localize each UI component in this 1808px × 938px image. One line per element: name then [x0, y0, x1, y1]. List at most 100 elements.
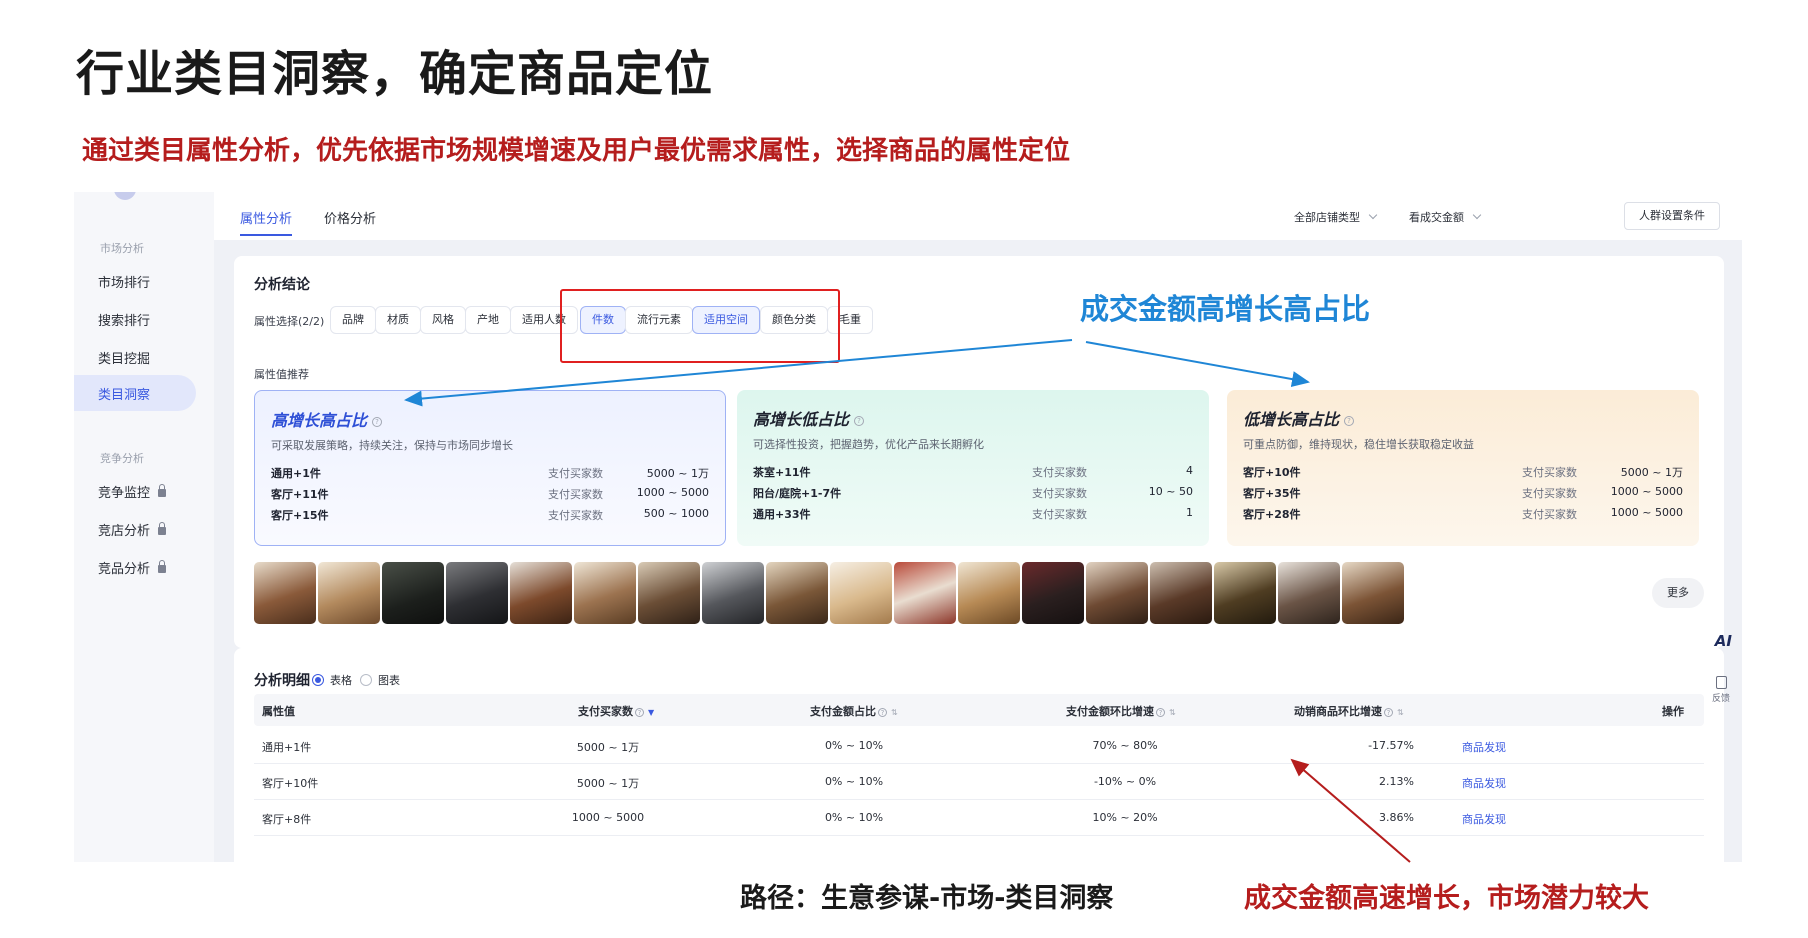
sidebar-item-label: 竞店分析 — [98, 524, 151, 539]
chip-material[interactable]: 材质 — [375, 306, 421, 334]
sidebar-item-compete-monitor[interactable]: 竞争监控 — [98, 482, 167, 501]
cell-growth: 70% ~ 80% — [1092, 739, 1158, 752]
product-thumbnail[interactable] — [830, 562, 892, 624]
shop-type-dropdown[interactable]: 全部店铺类型 — [1294, 209, 1378, 225]
help-icon[interactable]: ? — [854, 415, 865, 426]
card-title: 低增长高占比? — [1243, 406, 1355, 430]
highlight-box — [560, 289, 840, 363]
sidebar: 市场分析 市场排行 搜索排行 类目挖掘 类目洞察 竞争分析 竞争监控 竞店分析 … — [74, 192, 214, 862]
column-header-buyers[interactable]: 支付买家数? ▼ — [578, 703, 654, 719]
sidebar-item-label: 市场排行 — [98, 276, 151, 291]
feedback-button[interactable]: 反馈 — [1710, 676, 1732, 704]
help-icon[interactable]: ? — [372, 416, 383, 427]
sidebar-item-search-rank[interactable]: 搜索排行 — [98, 310, 150, 329]
sidebar-item-market-rank[interactable]: 市场排行 — [98, 272, 150, 291]
product-thumbnail[interactable] — [1214, 562, 1276, 624]
product-thumbnail[interactable] — [958, 562, 1020, 624]
more-button[interactable]: 更多 — [1652, 578, 1704, 608]
card-desc: 可重点防御，维持现状，稳住增长获取稳定收益 — [1243, 438, 1474, 451]
card-desc: 可采取发展策略，持续关注，保持与市场同步增长 — [271, 439, 513, 452]
sidebar-item-label: 竞品分析 — [98, 562, 151, 577]
product-thumbnail[interactable] — [574, 562, 636, 624]
sidebar-item-category-mining[interactable]: 类目挖掘 — [98, 348, 150, 367]
card-row: 客厅+11件 支付买家数 1000 ~ 5000 — [271, 486, 709, 501]
card-high-growth-low-share[interactable]: 高增长低占比? 可选择性投资，把握趋势，优化产品来长期孵化 茶室+11件 支付买家… — [737, 390, 1209, 546]
product-thumbnail[interactable] — [766, 562, 828, 624]
sidebar-item-label: 搜索排行 — [98, 314, 151, 329]
tab-attribute-analysis[interactable]: 属性分析 — [240, 208, 293, 236]
card-row: 客厅+15件 支付买家数 500 ~ 1000 — [271, 507, 709, 522]
card-row: 阳台/庭院+1-7件 支付买家数 10 ~ 50 — [753, 485, 1193, 500]
product-thumbnail[interactable] — [382, 562, 444, 624]
sidebar-group-compete: 竞争分析 — [100, 452, 144, 465]
help-icon[interactable]: ? — [1156, 707, 1165, 717]
sort-icon[interactable]: ⇅ — [1169, 708, 1176, 717]
cell-sku-growth: 2.13% — [1379, 775, 1414, 788]
product-discover-link[interactable]: 商品发现 — [1462, 811, 1506, 827]
sort-icon[interactable]: ▼ — [648, 708, 654, 717]
sort-icon[interactable]: ⇅ — [891, 708, 898, 717]
attr-select-label: 属性选择(2/2) — [254, 315, 325, 328]
product-thumbnail[interactable] — [1278, 562, 1340, 624]
column-header-share[interactable]: 支付金额占比? ⇅ — [810, 703, 898, 719]
top-bar: 属性分析 价格分析 全部店铺类型 看成交金额 人群设置条件 — [214, 192, 1742, 240]
cell-share: 0% ~ 10% — [824, 739, 884, 752]
lock-icon — [158, 559, 167, 573]
sidebar-item-compete-shop[interactable]: 竞店分析 — [98, 520, 167, 539]
card-row: 客厅+35件 支付买家数 1000 ~ 5000 — [1243, 485, 1683, 500]
product-thumbnail[interactable] — [638, 562, 700, 624]
chip-origin[interactable]: 产地 — [465, 306, 511, 334]
tab-price-analysis[interactable]: 价格分析 — [324, 208, 376, 227]
product-thumbnail[interactable] — [254, 562, 316, 624]
cell-growth: 10% ~ 20% — [1092, 811, 1158, 824]
product-discover-link[interactable]: 商品发现 — [1462, 739, 1506, 755]
product-thumbnail[interactable] — [1086, 562, 1148, 624]
product-discover-link[interactable]: 商品发现 — [1462, 775, 1506, 791]
help-icon[interactable]: ? — [1344, 415, 1355, 426]
slide-subtitle: 通过类目属性分析，优先依据市场规模增速及用户最优需求属性，选择商品的属性定位 — [82, 136, 1071, 166]
card-row: 茶室+11件 支付买家数 4 — [753, 464, 1193, 479]
radio-chart-view[interactable]: 图表 — [360, 672, 400, 688]
radio-table-view[interactable]: 表格 — [312, 672, 352, 688]
product-thumbnail[interactable] — [1342, 562, 1404, 624]
chip-brand[interactable]: 品牌 — [330, 306, 376, 334]
metric-dropdown[interactable]: 看成交金额 — [1409, 209, 1482, 225]
sort-icon[interactable]: ⇅ — [1397, 708, 1404, 717]
radio-dot — [360, 674, 372, 686]
analysis-conclusion-panel: 分析结论 属性选择(2/2) 品牌 材质 风格 产地 适用人数 件数 流行元素 … — [234, 256, 1724, 648]
product-thumbnail[interactable] — [510, 562, 572, 624]
sidebar-item-category-insight[interactable]: 类目洞察 — [74, 375, 196, 411]
product-thumbnail[interactable] — [702, 562, 764, 624]
lock-icon — [158, 483, 167, 497]
product-thumbnail[interactable] — [894, 562, 956, 624]
card-low-growth-high-share[interactable]: 低增长高占比? 可重点防御，维持现状，稳住增长获取稳定收益 客厅+10件 支付买家… — [1227, 390, 1699, 546]
radio-dot — [312, 674, 324, 686]
column-header-action: 操作 — [1662, 705, 1684, 718]
ai-assistant-button[interactable]: AI — [1715, 632, 1732, 650]
column-header-sku-growth[interactable]: 动销商品环比增速? ⇅ — [1294, 703, 1404, 719]
card-row: 客厅+28件 支付买家数 1000 ~ 5000 — [1243, 506, 1683, 521]
table-header: 属性值 支付买家数? ▼ 支付金额占比? ⇅ 支付金额环比增速? ⇅ 动销商品环比增速… — [254, 694, 1704, 726]
product-thumbnail[interactable] — [446, 562, 508, 624]
red-callout: 成交金额高速增长，市场潜力较大 — [1244, 883, 1649, 914]
chevron-down-icon — [1368, 210, 1378, 220]
help-icon[interactable]: ? — [635, 707, 644, 717]
help-icon[interactable]: ? — [878, 707, 887, 717]
sidebar-item-compete-product[interactable]: 竞品分析 — [98, 558, 167, 577]
card-high-growth-high-share[interactable]: 高增长高占比? 可采取发展策略，持续关注，保持与市场同步增长 通用+1件 支付买家… — [254, 390, 726, 546]
sidebar-item-label: 竞争监控 — [98, 486, 151, 501]
product-thumbnail[interactable] — [1150, 562, 1212, 624]
recommend-label: 属性值推荐 — [254, 368, 309, 381]
card-row: 通用+33件 支付买家数 1 — [753, 506, 1193, 521]
lock-icon — [158, 521, 167, 535]
cell-buyers: 1000 ~ 5000 — [571, 811, 645, 824]
cell-buyers: 5000 ~ 1万 — [576, 777, 640, 790]
crowd-settings-button[interactable]: 人群设置条件 — [1624, 202, 1720, 230]
product-thumbnail[interactable] — [318, 562, 380, 624]
cell-buyers: 5000 ~ 1万 — [576, 741, 640, 754]
product-thumbnail[interactable] — [1022, 562, 1084, 624]
column-header-growth[interactable]: 支付金额环比增速? ⇅ — [1066, 703, 1176, 719]
cell-attr: 客厅+8件 — [262, 813, 312, 826]
chip-style[interactable]: 风格 — [420, 306, 466, 334]
help-icon[interactable]: ? — [1384, 707, 1393, 717]
